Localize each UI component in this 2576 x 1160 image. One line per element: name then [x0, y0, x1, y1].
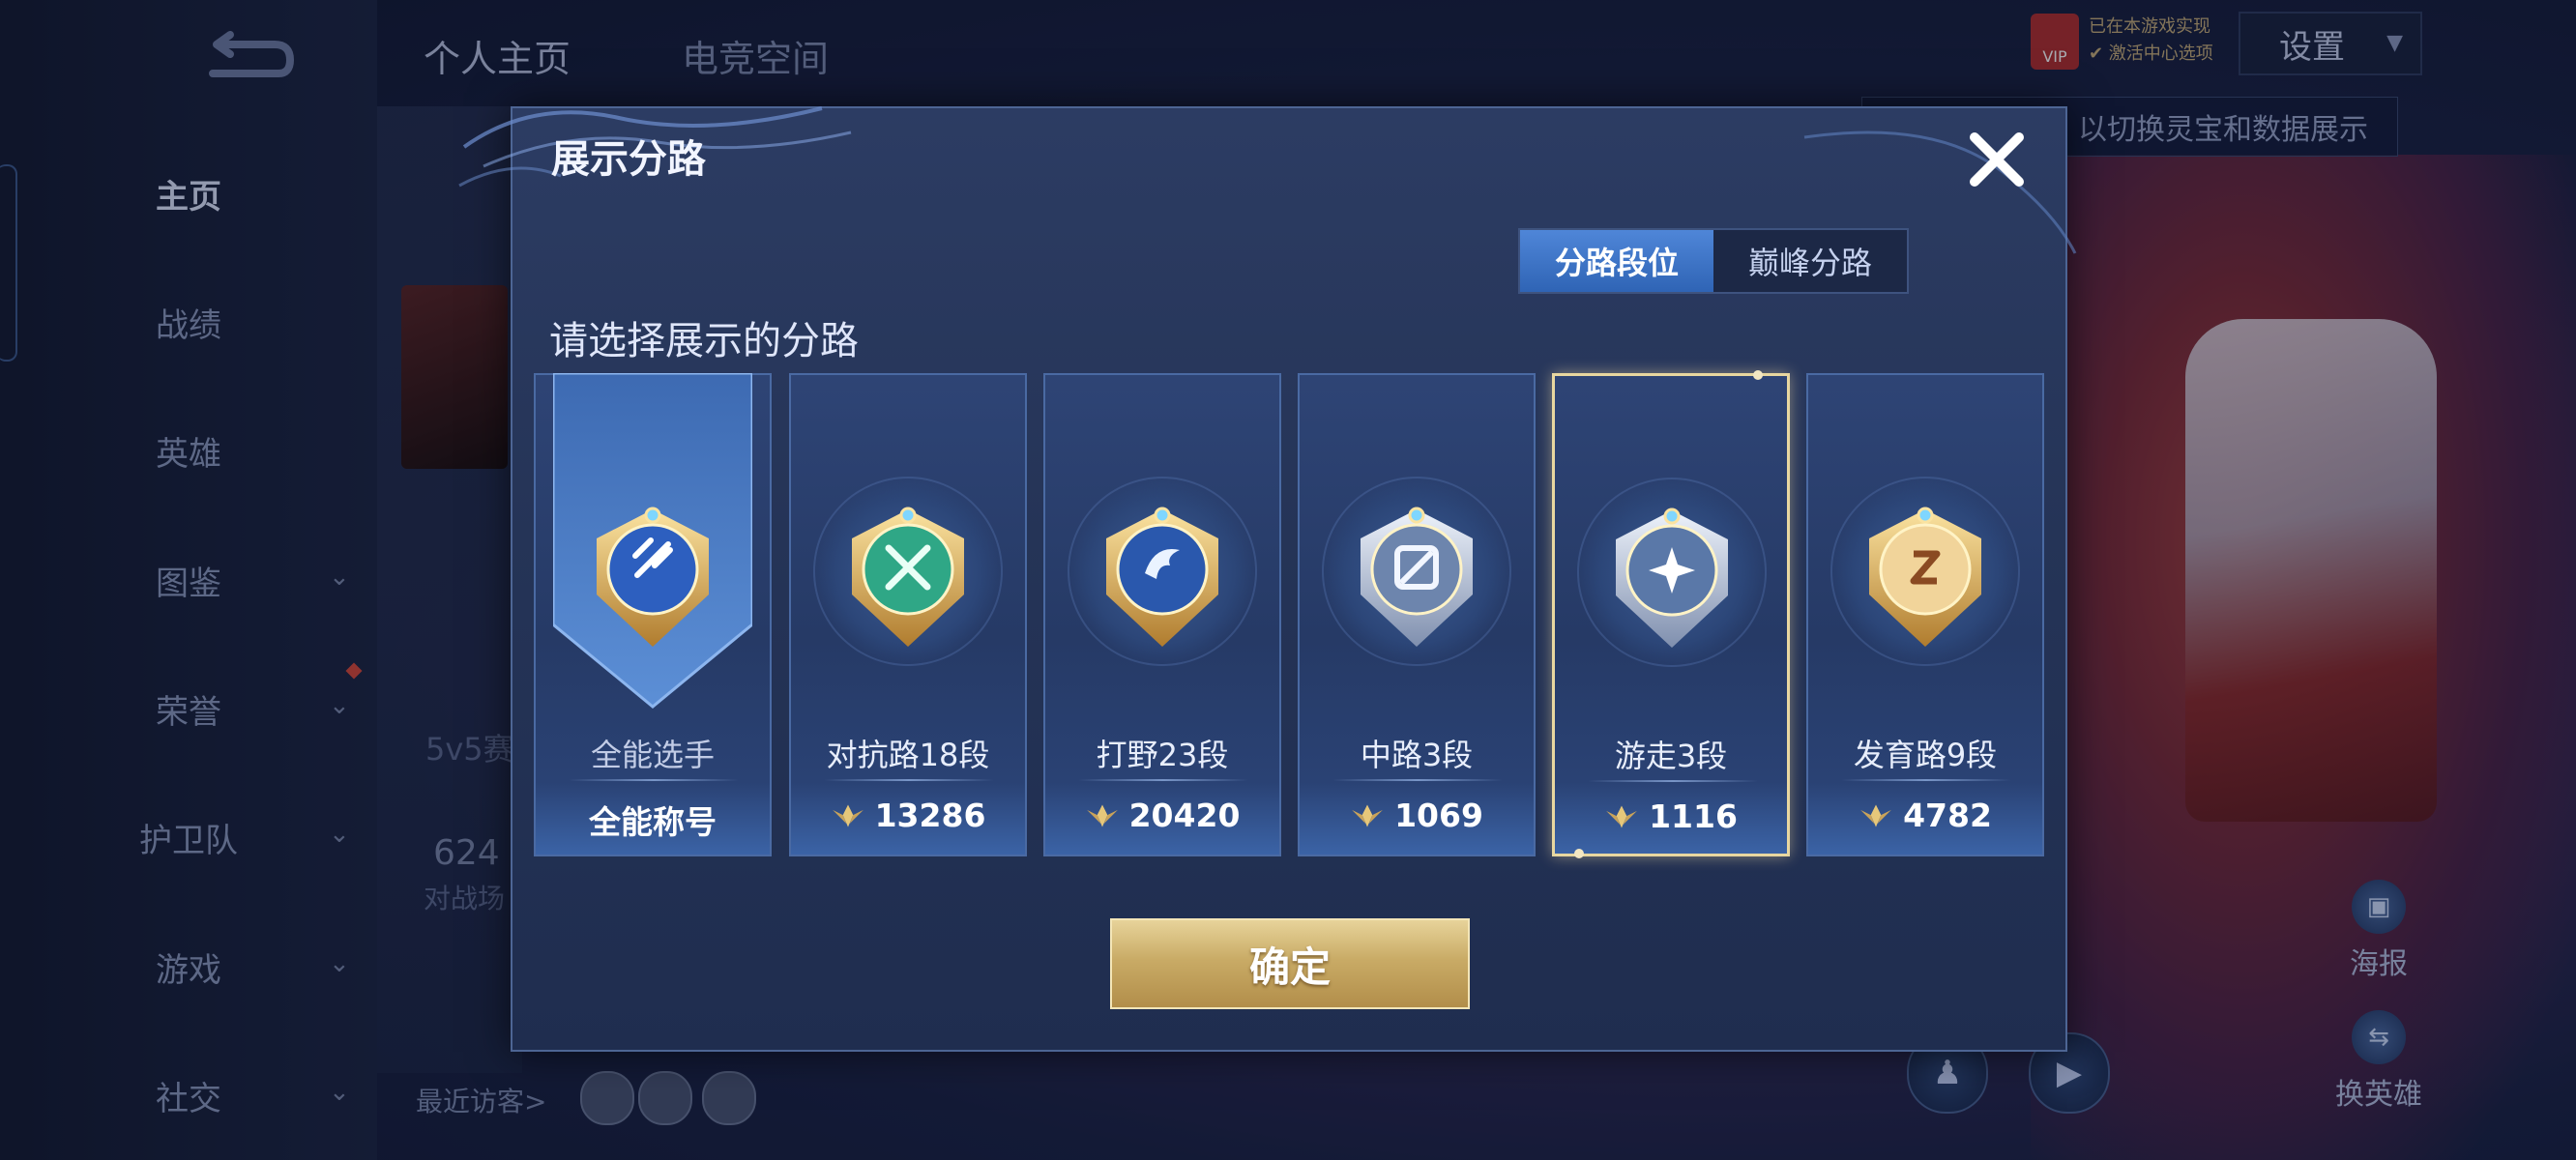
lane-rank-label: 中路3段 [1360, 737, 1474, 773]
confirm-button[interactable]: 确定 [1110, 918, 1470, 1009]
selection-corner-dot [1753, 370, 1763, 380]
clash-lane-badge-icon [842, 506, 974, 651]
dialog-title: 展示分路 [551, 137, 706, 182]
lane-score-value: 20420 [1128, 797, 1241, 834]
lane-score: 1069 [1300, 797, 1534, 834]
card-divider [824, 779, 994, 781]
lane-score-value: 全能称号 [589, 803, 717, 841]
lane-rank-label: 打野23段 [1096, 737, 1229, 773]
selection-prompt: 请选择展示的分路 [549, 319, 859, 363]
card-divider [569, 779, 739, 781]
score-wings-icon [1860, 804, 1891, 826]
profile-page: 主页 战绩 英雄 图鉴 ⌄ 荣誉 ⌄ 护卫队 ⌄ 游戏 ⌄ 社交 ⌄ 个人主页 电竞空间 5v5赛 62… [0, 0, 2576, 1160]
score-wings-icon [832, 804, 864, 826]
lane-rank-label: 游走3段 [1614, 738, 1728, 774]
lane-rank-label: 发育路9段 [1853, 737, 1998, 773]
lane-score-value: 13286 [874, 797, 986, 834]
card-jungle[interactable]: 打野23段 20420 [1043, 373, 1281, 856]
score-wings-icon [1606, 805, 1637, 827]
card-divider [1078, 779, 1248, 781]
close-icon[interactable] [1963, 126, 2031, 193]
card-divider [1841, 779, 2011, 781]
card-mid-lane[interactable]: 中路3段 1069 [1298, 373, 1536, 856]
route-display-dialog: 展示分路 分路段位 巅峰分路 请选择展示的分路 全能选手 全能称号 对抗路18段 13… [458, 106, 2077, 1052]
lane-score: 1116 [1555, 798, 1787, 835]
tab-lane-rank[interactable]: 分路段位 [1520, 230, 1713, 292]
lane-rank-label: 对抗路18段 [826, 737, 990, 773]
allround-badge-icon [587, 506, 718, 651]
tab-peak-lane[interactable]: 巅峰分路 [1713, 230, 1907, 292]
lane-score-value: 4782 [1903, 797, 1992, 834]
lane-score: 4782 [1808, 797, 2042, 834]
card-divider [1332, 779, 1503, 781]
lane-score: 全能称号 [536, 797, 770, 843]
roam-badge-icon [1606, 507, 1738, 652]
card-farm-lane[interactable]: 发育路9段 4782 [1806, 373, 2044, 856]
card-roam[interactable]: 游走3段 1116 [1552, 370, 1790, 858]
card-allround[interactable]: 全能选手 全能称号 [534, 373, 772, 856]
lane-score-value: 1116 [1649, 798, 1738, 835]
selection-corner-dot [1574, 849, 1584, 858]
rank-type-toggle: 分路段位 巅峰分路 [1518, 228, 1909, 294]
lane-score: 13286 [791, 797, 1025, 834]
lane-card-list: 全能选手 全能称号 对抗路18段 13286 打野23段 20420 中路3段 1069 游走3… [534, 370, 2048, 858]
jungle-badge-icon [1097, 506, 1228, 651]
mid-lane-badge-icon [1351, 506, 1482, 651]
farm-lane-badge-icon [1859, 506, 1991, 651]
card-divider [1588, 780, 1758, 782]
score-wings-icon [1086, 804, 1118, 826]
card-clash-lane[interactable]: 对抗路18段 13286 [789, 373, 1027, 856]
lane-score: 20420 [1045, 797, 1279, 834]
score-wings-icon [1352, 804, 1383, 826]
lane-score-value: 1069 [1394, 797, 1483, 834]
lane-rank-label: 全能选手 [590, 737, 715, 773]
